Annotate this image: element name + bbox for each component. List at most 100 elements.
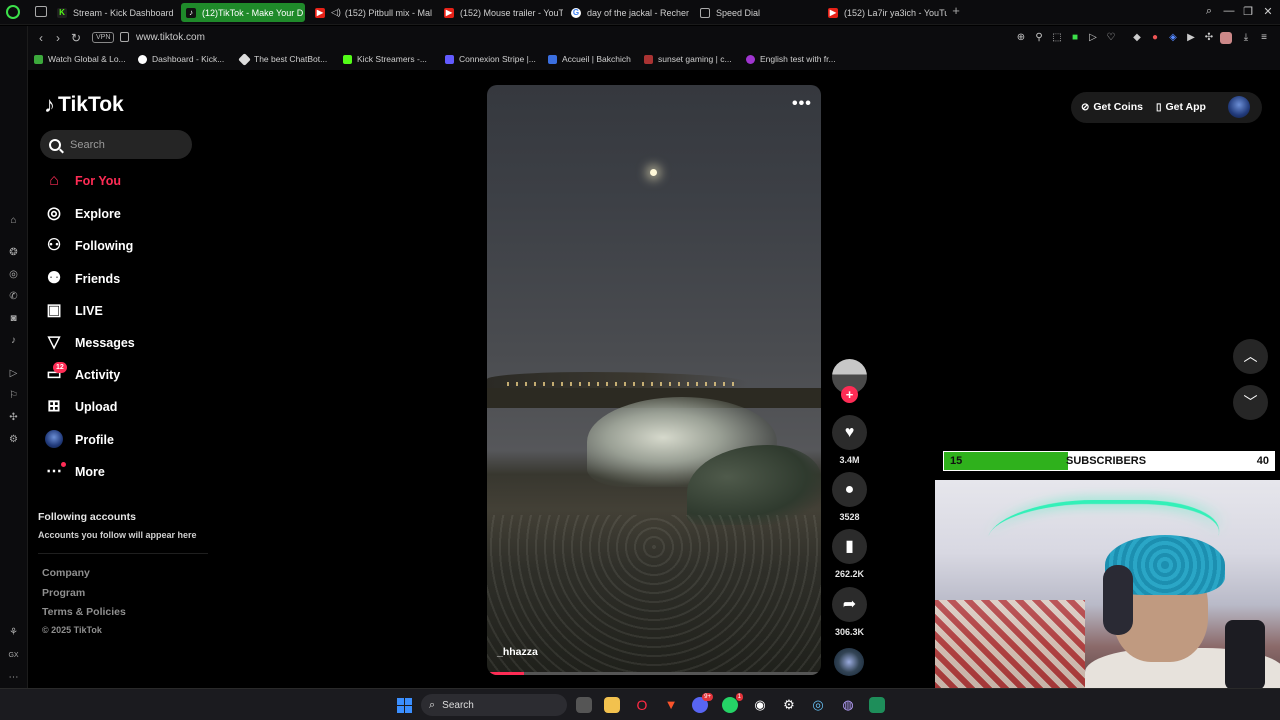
tab-day-of-the-jackal[interactable]: G day of the jackal - Recher	[566, 3, 690, 22]
menu-icon[interactable]: ≡	[1258, 32, 1270, 44]
tab-speed-dial[interactable]: Speed Dial	[695, 3, 819, 22]
messenger-icon[interactable]: ◎	[7, 268, 20, 281]
restore-icon[interactable]: ❐	[1241, 5, 1255, 18]
search-tabs-icon[interactable]: ⌕	[1202, 5, 1216, 18]
adblock-shield-icon[interactable]: ■	[1069, 32, 1081, 44]
nav-for-you[interactable]: ⌂ For You	[44, 170, 121, 192]
opera-gx-logo-icon[interactable]	[6, 5, 20, 19]
heart-icon[interactable]: ♡	[1105, 32, 1117, 44]
tab-mouse-trailer[interactable]: ▶ (152) Mouse trailer - YouT	[439, 3, 563, 22]
nav-messages[interactable]: ▽ Messages	[44, 332, 135, 354]
bookmark-item[interactable]: Kick Streamers -...	[343, 54, 427, 64]
video-author[interactable]: _hhazza	[497, 646, 538, 658]
pin-icon[interactable]: ⚲	[1033, 32, 1045, 44]
like-heart-icon[interactable]: ♥	[832, 415, 867, 450]
new-tab-plus-icon[interactable]: +	[950, 4, 962, 17]
windows-start-icon[interactable]	[397, 698, 412, 713]
taskbar-search[interactable]: ⌕ Search	[421, 694, 567, 716]
play-icon[interactable]: ▶	[1185, 32, 1197, 44]
extension-red-icon[interactable]: ●	[1149, 32, 1161, 44]
steam-icon[interactable]: ◎	[810, 697, 826, 713]
reload-icon[interactable]: ↻	[69, 31, 83, 45]
download-icon[interactable]: ⤓	[1240, 32, 1252, 44]
bookmark-item[interactable]: Dashboard - Kick...	[138, 54, 224, 64]
nav-friends[interactable]: ⚉ Friends	[44, 268, 120, 290]
user-avatar[interactable]	[1228, 96, 1250, 118]
follow-plus-icon[interactable]: +	[841, 386, 858, 403]
nav-more[interactable]: ⋯ More	[44, 461, 105, 483]
tab-la7ir-ya3ich[interactable]: ▶ (152) La7ir ya3ich - YouTu	[823, 3, 947, 22]
bookmark-item[interactable]: English test with fr...	[746, 54, 836, 64]
chevron-down-icon[interactable]: ﹀	[1233, 385, 1268, 420]
footer-company-link[interactable]: Company	[42, 567, 90, 579]
tiktok-logo[interactable]: ♪ TikTok	[44, 92, 124, 118]
opera-gx-icon[interactable]: O	[634, 697, 650, 713]
terminal-icon[interactable]	[869, 697, 885, 713]
comment-icon[interactable]: ●	[832, 472, 867, 507]
brave-icon[interactable]: ▼	[663, 697, 679, 713]
nav-upload[interactable]: ⊞ Upload	[44, 396, 117, 418]
obs-icon[interactable]: ◉	[752, 697, 768, 713]
more-sidebar-icon[interactable]: ⋯	[7, 671, 20, 684]
vpn-badge[interactable]: VPN	[92, 32, 115, 43]
tab-overview-icon[interactable]	[35, 6, 47, 17]
pinboard-icon[interactable]: ⚐	[7, 389, 20, 402]
steam-helper-icon[interactable]: ⚙	[781, 697, 797, 713]
bookmark-item[interactable]: Watch Global & Lo...	[34, 54, 126, 64]
video-player[interactable]: ••• _hhazza	[487, 85, 821, 675]
share-arrow-icon[interactable]: ➦	[832, 587, 867, 622]
nav-activity[interactable]: ▭ 12 Activity	[44, 362, 120, 386]
url-field[interactable]: www.tiktok.com	[136, 32, 205, 43]
minimize-icon[interactable]: —	[1222, 5, 1236, 17]
gx-mod-icon[interactable]: ⚘	[7, 626, 20, 639]
close-window-icon[interactable]: ✕	[1261, 5, 1275, 18]
bookmark-item[interactable]: Connexion Stripe |...	[445, 54, 536, 64]
tiktok-sidebar-icon[interactable]: ♪	[7, 334, 20, 347]
instagram-icon[interactable]: ◙	[7, 312, 20, 325]
extensions-sidebar-icon[interactable]: ✣	[7, 411, 20, 424]
bookmark-item[interactable]: The best ChatBot...	[238, 52, 327, 66]
get-coins-button[interactable]: ⊘ Get Coins	[1081, 101, 1143, 113]
footer-program-link[interactable]: Program	[42, 587, 85, 599]
extension-icon[interactable]: ◆	[1131, 32, 1143, 44]
search-bar[interactable]	[40, 130, 192, 159]
nav-following[interactable]: ⚇ Following	[44, 235, 134, 257]
zoom-icon[interactable]: ⊕	[1015, 32, 1027, 44]
chatgpt-icon[interactable]: ❂	[7, 246, 20, 259]
gx-icon[interactable]: GX	[7, 649, 20, 662]
nav-profile[interactable]: Profile	[44, 429, 114, 451]
search-input[interactable]	[70, 138, 180, 151]
task-view-icon[interactable]	[576, 697, 592, 713]
discord-icon[interactable]: 9+	[692, 693, 713, 713]
tab-tiktok[interactable]: ♪ (12)TikTok - Make Your D	[181, 3, 305, 22]
extension-blue-icon[interactable]: ◈	[1167, 32, 1179, 44]
back-icon[interactable]: ‹	[34, 31, 48, 45]
profile-avatar-icon[interactable]	[1220, 32, 1232, 44]
forward-icon[interactable]: ›	[51, 31, 65, 45]
bookmark-icon[interactable]: ▮	[832, 529, 867, 564]
player-icon[interactable]: ▷	[1087, 32, 1099, 44]
chevron-up-icon[interactable]: ︿	[1233, 339, 1268, 374]
whatsapp-icon[interactable]: 1	[722, 693, 743, 713]
whatsapp-icon[interactable]: ✆	[7, 290, 20, 303]
gx-control-icon[interactable]: ⌂	[7, 214, 20, 227]
nav-explore[interactable]: ◎ Explore	[44, 203, 121, 225]
tab-pitbull-mix[interactable]: ▶ ◁) (152) Pitbull mix - Mal	[310, 3, 434, 22]
tab-kick-dashboard[interactable]: K Stream - Kick Dashboard	[52, 3, 176, 22]
speaker-icon[interactable]: ◁)	[331, 7, 341, 18]
file-explorer-icon[interactable]	[604, 697, 620, 713]
snapshot-icon[interactable]: ⬚	[1051, 32, 1063, 44]
video-progress-bar[interactable]	[487, 672, 821, 675]
app-icon[interactable]: ◍	[840, 697, 856, 713]
settings-icon[interactable]: ⚙	[7, 433, 20, 446]
bookmark-item[interactable]: sunset gaming | c...	[644, 54, 732, 64]
nav-live[interactable]: ▣ LIVE	[44, 300, 102, 322]
puzzle-icon[interactable]: ✣	[1203, 32, 1215, 44]
video-more-menu-icon[interactable]: •••	[792, 95, 812, 113]
get-app-button[interactable]: ▯ Get App	[1156, 101, 1206, 113]
music-disc-icon[interactable]	[834, 648, 864, 676]
bookmark-item[interactable]: Accueil | Bakchich	[548, 54, 631, 64]
lock-icon[interactable]	[120, 32, 129, 42]
footer-terms-link[interactable]: Terms & Policies	[42, 606, 126, 618]
player-sidebar-icon[interactable]: ▷	[7, 367, 20, 380]
